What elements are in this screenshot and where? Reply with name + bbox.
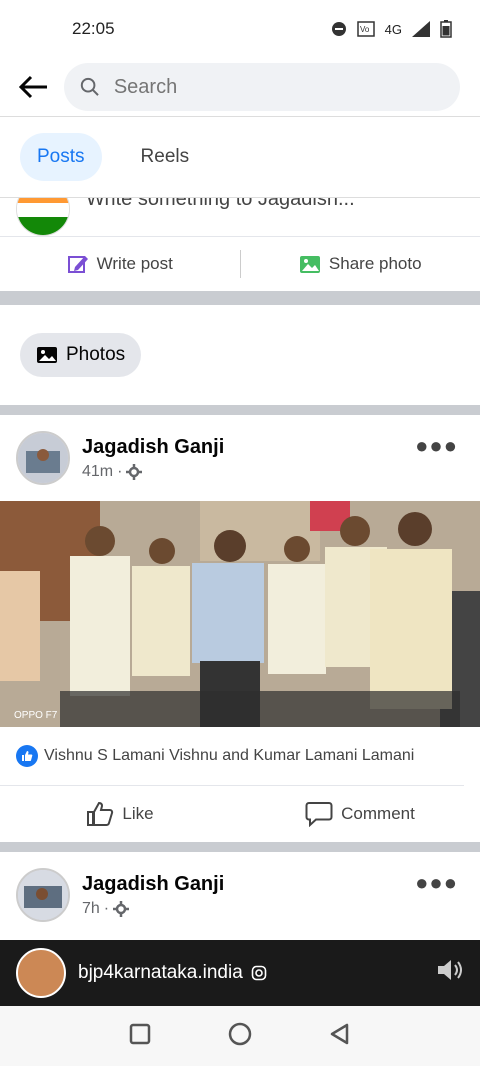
write-post-button[interactable]: Write post [0,253,240,275]
like-reaction-icon [16,745,38,767]
author-avatar[interactable] [16,868,70,922]
instagram-icon [251,965,267,981]
network-label: 4G [384,21,402,37]
post-time: 41m [82,462,114,480]
search-icon [80,77,99,96]
post-meta: 7h · [82,900,224,918]
top-bar [0,58,480,116]
reactions-summary[interactable]: Vishnu S Lamani Vishnu and Kumar Lamani … [0,727,464,786]
section-divider [0,405,480,415]
like-button[interactable]: Like [0,801,240,827]
dot-separator: · [103,899,110,917]
reactions-names: Vishnu S Lamani Vishnu and Kumar Lamani … [44,747,415,764]
photos-label: Photos [66,344,126,365]
home-icon[interactable] [228,1022,252,1051]
post-actions: Like Comment [0,786,480,842]
battery-icon [440,20,452,38]
author-name[interactable]: Jagadish Ganji [82,436,224,459]
author-name[interactable]: Jagadish Ganji [82,873,224,896]
composer-actions: Write post Share photo [0,237,480,291]
search-bar[interactable] [64,63,460,111]
photos-icon [37,347,57,363]
status-icons: Vo 4G [331,20,452,38]
composer[interactable]: Write something to Jagadish... [0,198,480,237]
post-photo[interactable]: OPPO F7 [0,501,480,727]
video-account-avatar [16,948,66,998]
speaker-icon[interactable] [436,958,464,989]
status-time: 22:05 [72,19,115,38]
gear-icon [113,900,130,917]
svg-text:Vo: Vo [360,25,370,34]
post-time: 7h [82,899,100,917]
post-meta: 41m · [82,463,224,481]
section-divider [0,291,480,305]
like-label: Like [122,804,154,823]
back-nav-icon[interactable] [329,1023,351,1050]
tab-reels[interactable]: Reels [124,133,207,181]
author-avatar[interactable] [16,431,70,485]
video-account-name: bjp4karnataka.india [78,962,243,983]
composer-avatar [16,198,70,236]
status-bar: 22:05 Vo 4G [0,0,480,58]
photos-section: Photos [0,305,480,405]
comment-button[interactable]: Comment [240,801,480,827]
post-header: Jagadish Ganji 7h · ●●● [0,852,480,938]
share-photo-button[interactable]: Share photo [241,253,480,275]
search-input[interactable] [111,74,444,100]
profile-tabs: Posts Reels [0,116,480,198]
signal-icon [412,21,430,37]
composer-prompt: Write something to Jagadish... [86,198,355,210]
dot-separator: · [117,462,123,480]
volte-icon: Vo [356,21,375,37]
more-options-icon[interactable]: ●●● [415,870,458,896]
tab-posts[interactable]: Posts [20,133,102,181]
comment-label: Comment [341,804,415,823]
photo-icon [299,256,320,273]
write-post-label: Write post [96,254,173,273]
video-preview[interactable]: bjp4karnataka.india [0,940,480,1006]
system-nav-bar [0,1006,480,1066]
more-options-icon[interactable]: ●●● [415,433,458,459]
back-button[interactable] [14,67,54,107]
share-photo-label: Share photo [328,254,422,273]
recents-icon[interactable] [129,1023,151,1050]
dnd-icon [331,21,347,37]
photos-chip[interactable]: Photos [20,333,142,377]
comment-icon [305,802,333,827]
post-header: Jagadish Ganji 41m · ●●● [0,415,480,501]
section-divider [0,842,480,852]
edit-icon [67,256,88,273]
thumbs-up-icon [87,801,114,826]
camera-watermark: OPPO F7 [14,710,58,721]
gear-icon [126,463,143,480]
